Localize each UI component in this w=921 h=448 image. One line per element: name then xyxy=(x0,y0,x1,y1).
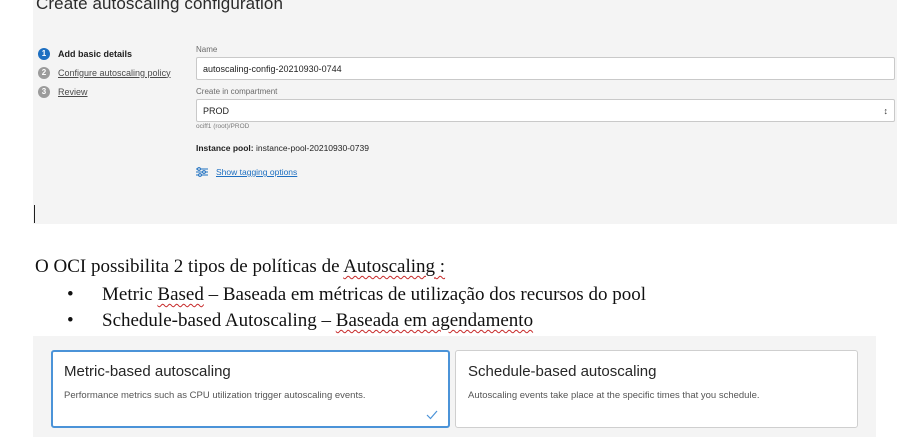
step-label[interactable]: Review xyxy=(58,87,88,97)
policy-type-list: Metric Based – Baseada em métricas de ut… xyxy=(67,282,646,334)
schedule-based-card[interactable]: Schedule-based autoscaling Autoscaling e… xyxy=(455,350,858,428)
show-tagging-link[interactable]: Show tagging options xyxy=(216,167,297,177)
bullet-lead: Schedule-based Autoscaling – xyxy=(102,310,336,331)
instance-pool-label: Instance pool: xyxy=(196,143,254,153)
compartment-path: ociff1 (root)/PROD xyxy=(196,123,250,130)
compartment-label: Create in compartment xyxy=(196,87,278,96)
instance-pool-value: instance-pool-20210930-0739 xyxy=(256,143,369,153)
bullet-rest: – Baseada em métricas de utilização dos … xyxy=(203,284,646,305)
step-label[interactable]: Configure autoscaling policy xyxy=(58,68,171,78)
step-number-1: 1 xyxy=(38,47,50,60)
autoscaling-type-panel: Metric-based autoscaling Performance met… xyxy=(33,336,876,437)
tagging-toggle[interactable]: Show tagging options xyxy=(196,167,896,177)
name-input[interactable]: autoscaling-config-20210930-0744 xyxy=(196,57,895,80)
bullet-term: Based xyxy=(157,284,204,305)
card-title: Schedule-based autoscaling xyxy=(468,363,657,380)
instance-pool-row: Instance pool: instance-pool-20210930-07… xyxy=(196,143,896,153)
metric-based-card[interactable]: Metric-based autoscaling Performance met… xyxy=(51,350,450,428)
step-number-2: 2 xyxy=(38,66,50,79)
intro-prefix: O OCI possibilita 2 tipos de políticas d… xyxy=(35,256,344,277)
intro-suffix: : xyxy=(435,256,446,277)
list-item: Metric Based – Baseada em métricas de ut… xyxy=(67,282,646,308)
compartment-value: PROD xyxy=(203,105,230,116)
step-number-3: 3 xyxy=(38,85,50,98)
card-title: Metric-based autoscaling xyxy=(64,363,231,380)
wizard-steps: 1 Add basic details 2 Configure autoscal… xyxy=(38,44,171,101)
sliders-icon xyxy=(196,167,208,177)
compartment-select[interactable]: PROD ↕ xyxy=(196,99,895,122)
name-label: Name xyxy=(196,45,218,54)
bullet-lead: Metric xyxy=(102,284,158,305)
bullet-term: Baseada em agendamento xyxy=(335,310,534,331)
step-label: Add basic details xyxy=(58,48,133,59)
list-item: Schedule-based Autoscaling – Baseada em … xyxy=(67,308,646,334)
page-title: Create autoscaling configuration xyxy=(36,0,284,13)
intro-term: Autoscaling xyxy=(343,256,436,277)
checkmark-icon xyxy=(426,410,438,420)
updown-caret-icon: ↕ xyxy=(883,105,889,116)
step-review[interactable]: 3 Review xyxy=(38,82,171,101)
card-description: Autoscaling events take place at the spe… xyxy=(468,390,760,401)
card-description: Performance metrics such as CPU utilizat… xyxy=(64,390,366,401)
text-cursor xyxy=(34,205,35,223)
step-configure-policy[interactable]: 2 Configure autoscaling policy xyxy=(38,63,171,82)
intro-paragraph: O OCI possibilita 2 tipos de políticas d… xyxy=(35,256,445,278)
step-add-basic-details[interactable]: 1 Add basic details xyxy=(38,44,171,63)
basic-details-form: Name autoscaling-config-20210930-0744 Cr… xyxy=(196,45,896,177)
